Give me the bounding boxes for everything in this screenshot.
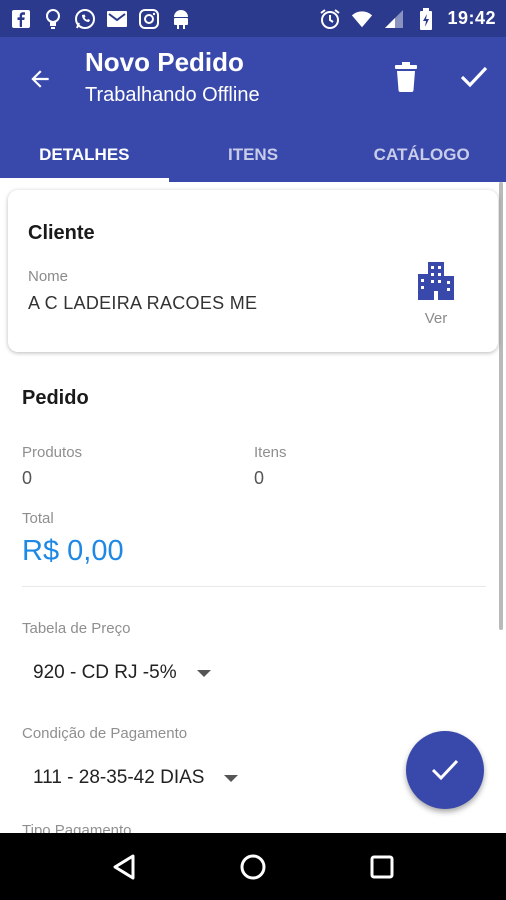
facebook-icon (10, 8, 32, 30)
cliente-title: Cliente (28, 222, 95, 244)
produtos-label: Produtos (22, 444, 83, 461)
nav-recents-button[interactable] (362, 847, 402, 887)
signal-icon (383, 8, 405, 30)
building-icon (418, 262, 454, 300)
total-label: Total (22, 510, 54, 527)
tab-itens[interactable]: ITENS (169, 127, 338, 182)
confirm-button[interactable] (456, 59, 492, 95)
condicao-pagamento-select[interactable]: 111 - 28-35-42 DIAS (33, 767, 239, 789)
notification-icons (10, 8, 192, 30)
tab-bar: DETALHES ITENS CATÁLOGO (0, 127, 506, 182)
cliente-card: Cliente Nome A C LADEIRA RACOES ME Ver (8, 190, 498, 352)
scrollbar[interactable] (499, 182, 503, 630)
page-subtitle: Trabalhando Offline (85, 84, 260, 106)
nome-label: Nome (28, 268, 69, 285)
home-circle-icon (240, 854, 266, 879)
back-triangle-icon (113, 854, 135, 879)
nav-home-button[interactable] (233, 847, 273, 887)
ver-label: Ver (424, 310, 448, 327)
battery-icon (415, 7, 437, 30)
whatsapp-icon (74, 8, 96, 30)
page-title: Novo Pedido (85, 47, 244, 77)
wifi-icon (351, 8, 373, 30)
dropdown-arrow-icon (196, 669, 211, 677)
ver-cliente-button[interactable]: Ver (412, 262, 460, 332)
lightbulb-icon (42, 8, 64, 30)
dropdown-arrow-icon (224, 774, 239, 782)
divider (22, 586, 486, 587)
condicao-pagamento-label: Condição de Pagamento (22, 725, 188, 742)
tabela-preco-select[interactable]: 920 - CD RJ -5% (33, 662, 211, 684)
alarm-icon (319, 8, 341, 30)
clock: 19:42 (447, 8, 496, 28)
system-nav-bar (0, 833, 506, 900)
mail-icon (106, 8, 128, 30)
check-icon (431, 759, 459, 781)
delete-button[interactable] (390, 59, 422, 95)
itens-value: 0 (254, 468, 265, 488)
tipo-pagamento-label: Tipo Pagamento (22, 822, 132, 833)
trash-icon (395, 62, 417, 92)
check-icon (460, 66, 488, 88)
nome-value: A C LADEIRA RACOES ME (28, 293, 258, 313)
tabela-preco-label: Tabela de Preço (22, 620, 131, 637)
confirm-fab[interactable] (406, 731, 484, 809)
tab-detalhes[interactable]: DETALHES (0, 127, 169, 182)
back-button[interactable] (20, 59, 60, 99)
app-bar: Novo Pedido Trabalhando Offline DETALHES… (0, 37, 506, 182)
itens-label: Itens (254, 444, 287, 461)
nav-back-button[interactable] (104, 847, 144, 887)
android-icon (170, 8, 192, 30)
pedido-title: Pedido (22, 387, 89, 409)
condicao-pagamento-value: 111 - 28-35-42 DIAS (33, 767, 205, 788)
system-icons: 19:42 (319, 7, 496, 30)
tabela-preco-value: 920 - CD RJ -5% (33, 662, 177, 683)
total-value: R$ 0,00 (22, 535, 124, 567)
recents-square-icon (370, 855, 394, 878)
status-bar: 19:42 (0, 0, 506, 37)
produtos-value: 0 (22, 468, 33, 488)
instagram-icon (138, 8, 160, 30)
tab-catalogo[interactable]: CATÁLOGO (337, 127, 506, 182)
arrow-back-icon (31, 70, 49, 88)
